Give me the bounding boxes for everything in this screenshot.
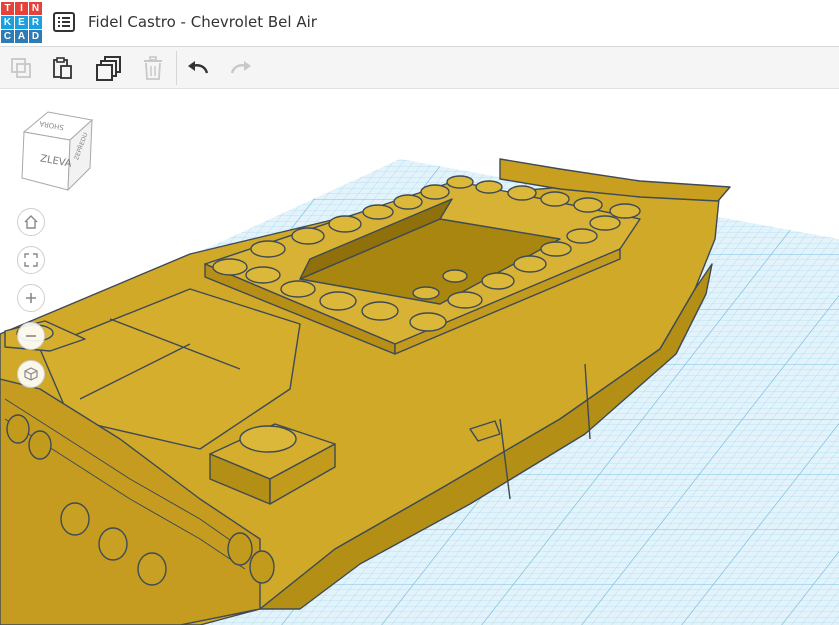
zoom-out-icon <box>26 335 36 337</box>
fit-view-button[interactable] <box>17 246 45 274</box>
paste-button[interactable] <box>50 55 76 81</box>
undo-arrow-icon <box>188 61 209 74</box>
logo-letter: R <box>29 16 42 29</box>
perspective-toggle-button[interactable] <box>17 360 45 388</box>
logo-letter: N <box>29 2 42 15</box>
duplicate-icon <box>96 56 121 81</box>
list-icon <box>53 12 75 32</box>
copy-icon <box>11 58 31 78</box>
logo-letter: A <box>15 30 28 43</box>
logo-letter: D <box>29 30 42 43</box>
paste-icon <box>53 57 72 79</box>
header-bar: T I N K E R C A D Fidel Castro - Chevrol… <box>0 0 839 47</box>
view-cube[interactable]: ZLEVA SHORA ZEPŘEDU <box>18 104 96 192</box>
toolbar-divider <box>176 51 177 85</box>
logo-letter: C <box>1 30 14 43</box>
perspective-icon <box>24 367 38 381</box>
redo-button[interactable] <box>228 55 254 81</box>
undo-button[interactable] <box>185 55 211 81</box>
workplane-scene[interactable] <box>0 89 839 625</box>
fit-view-icon <box>24 253 38 267</box>
trash-icon <box>144 56 162 80</box>
logo-letter: E <box>15 16 28 29</box>
edit-toolbar <box>0 47 839 89</box>
copy-button[interactable] <box>8 55 34 81</box>
view-cube-icon: ZLEVA SHORA ZEPŘEDU <box>21 111 94 192</box>
zoom-in-icon <box>26 293 36 303</box>
home-view-button[interactable] <box>17 208 45 236</box>
tinkercad-logo[interactable]: T I N K E R C A D <box>1 2 42 43</box>
logo-letter: I <box>15 2 28 15</box>
logo-letter: T <box>1 2 14 15</box>
home-view-icon <box>24 215 38 229</box>
delete-button[interactable] <box>140 55 166 81</box>
zoom-out-button[interactable] <box>17 322 45 350</box>
zoom-in-button[interactable] <box>17 284 45 312</box>
design-title[interactable]: Fidel Castro - Chevrolet Bel Air <box>88 13 317 31</box>
design-menu-button[interactable] <box>53 12 75 32</box>
duplicate-button[interactable] <box>96 55 122 81</box>
redo-arrow-icon <box>230 61 251 74</box>
logo-letter: K <box>1 16 14 29</box>
workplane-viewport[interactable]: ZLEVA SHORA ZEPŘEDU <box>0 89 839 625</box>
